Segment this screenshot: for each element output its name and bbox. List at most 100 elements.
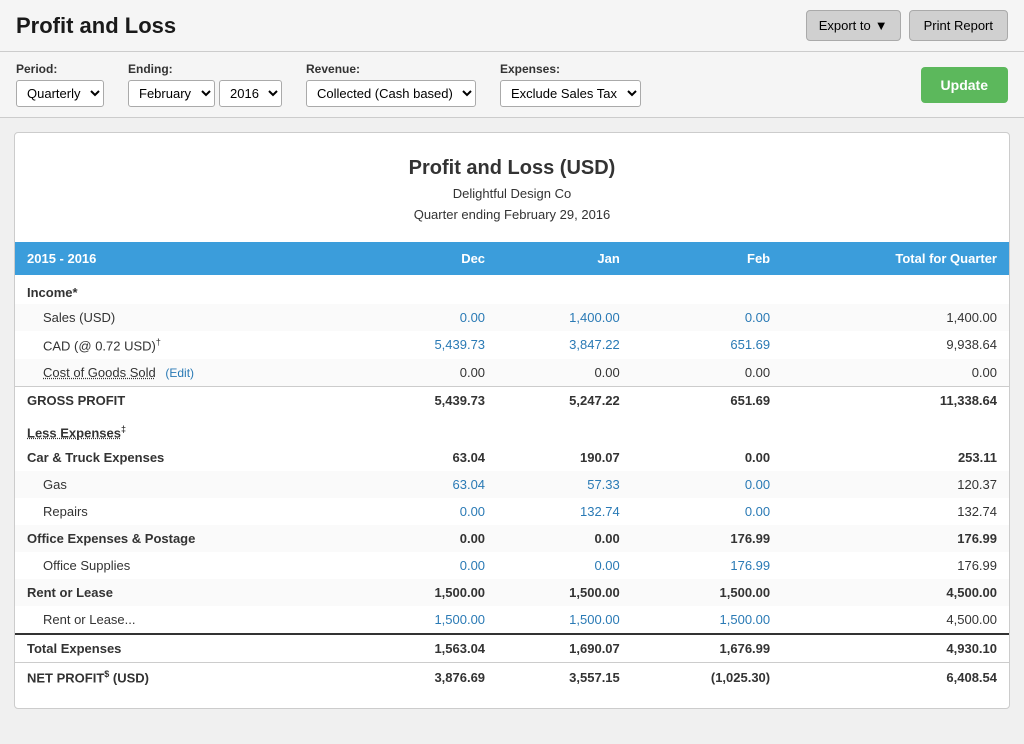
table-row: Gas 63.04 57.33 0.00 120.37: [15, 471, 1009, 498]
filter-bar: Period: Quarterly Monthly Annually Endin…: [0, 52, 1024, 118]
row-dec: 1,500.00: [362, 606, 497, 634]
chevron-down-icon: ▼: [875, 18, 888, 33]
edit-link[interactable]: (Edit): [165, 366, 194, 380]
row-jan: 0.00: [497, 359, 632, 387]
report-company: Delightful Design Co: [31, 184, 993, 205]
gross-profit-feb: 651.69: [632, 386, 782, 414]
ending-year-select[interactable]: 2016 2015 2017: [219, 80, 282, 107]
row-feb: 0.00: [632, 471, 782, 498]
row-feb: 0.00: [632, 498, 782, 525]
col-period: 2015 - 2016: [15, 242, 362, 275]
gross-profit-jan: 5,247.22: [497, 386, 632, 414]
gross-profit-total: 11,338.64: [782, 386, 1009, 414]
row-dec: 0.00: [362, 525, 497, 552]
total-expenses-total: 4,930.10: [782, 634, 1009, 663]
table-row: Office Supplies 0.00 0.00 176.99 176.99: [15, 552, 1009, 579]
row-jan: 1,500.00: [497, 606, 632, 634]
gross-profit-row: GROSS PROFIT 5,439.73 5,247.22 651.69 11…: [15, 386, 1009, 414]
period-label: Period:: [16, 62, 104, 76]
report-header: Profit and Loss (USD) Delightful Design …: [15, 133, 1009, 242]
total-expenses-label: Total Expenses: [15, 634, 362, 663]
top-bar-buttons: Export to ▼ Print Report: [806, 10, 1008, 41]
less-expenses-label: Less Expenses‡: [15, 414, 1009, 444]
row-total: 4,500.00: [782, 579, 1009, 606]
revenue-select[interactable]: Collected (Cash based) Accrual: [306, 80, 476, 107]
ending-month-select[interactable]: February January March: [128, 80, 215, 107]
row-jan: 190.07: [497, 444, 632, 471]
row-label: CAD (@ 0.72 USD)†: [15, 331, 362, 359]
ending-selects: February January March 2016 2015 2017: [128, 80, 282, 107]
less-expenses-header: Less Expenses‡: [15, 414, 1009, 444]
row-total: 9,938.64: [782, 331, 1009, 359]
row-total: 120.37: [782, 471, 1009, 498]
col-dec: Dec: [362, 242, 497, 275]
print-button[interactable]: Print Report: [909, 10, 1008, 41]
income-label: Income*: [15, 275, 1009, 304]
row-feb: 1,500.00: [632, 579, 782, 606]
update-button[interactable]: Update: [921, 67, 1008, 103]
report-subtitle: Quarter ending February 29, 2016: [31, 205, 993, 226]
row-feb: 0.00: [632, 444, 782, 471]
row-dec: 63.04: [362, 471, 497, 498]
period-select[interactable]: Quarterly Monthly Annually: [16, 80, 104, 107]
gross-profit-dec: 5,439.73: [362, 386, 497, 414]
row-jan: 0.00: [497, 552, 632, 579]
col-total: Total for Quarter: [782, 242, 1009, 275]
net-profit-total: 6,408.54: [782, 663, 1009, 692]
total-expenses-feb: 1,676.99: [632, 634, 782, 663]
revenue-label: Revenue:: [306, 62, 476, 76]
row-label: Gas: [15, 471, 362, 498]
row-jan: 57.33: [497, 471, 632, 498]
row-jan: 1,500.00: [497, 579, 632, 606]
row-dec: 5,439.73: [362, 331, 497, 359]
row-dec: 0.00: [362, 359, 497, 387]
net-profit-label: NET PROFIT$ (USD): [15, 663, 362, 692]
table-row: Repairs 0.00 132.74 0.00 132.74: [15, 498, 1009, 525]
row-dec: 0.00: [362, 304, 497, 331]
row-dec: 1,500.00: [362, 579, 497, 606]
row-jan: 3,847.22: [497, 331, 632, 359]
table-row: Office Expenses & Postage 0.00 0.00 176.…: [15, 525, 1009, 552]
row-label: Rent or Lease: [15, 579, 362, 606]
export-button[interactable]: Export to ▼: [806, 10, 901, 41]
net-profit-feb: (1,025.30): [632, 663, 782, 692]
expenses-label: Expenses:: [500, 62, 641, 76]
col-jan: Jan: [497, 242, 632, 275]
total-expenses-row: Total Expenses 1,563.04 1,690.07 1,676.9…: [15, 634, 1009, 663]
row-dec: 0.00: [362, 552, 497, 579]
ending-label: Ending:: [128, 62, 282, 76]
row-label: Cost of Goods Sold (Edit): [15, 359, 362, 387]
export-label: Export to: [819, 18, 871, 33]
table-row: CAD (@ 0.72 USD)† 5,439.73 3,847.22 651.…: [15, 331, 1009, 359]
row-label: Car & Truck Expenses: [15, 444, 362, 471]
row-label: Sales (USD): [15, 304, 362, 331]
expenses-filter: Expenses: Exclude Sales Tax Include Sale…: [500, 62, 641, 107]
row-total: 0.00: [782, 359, 1009, 387]
row-feb: 176.99: [632, 552, 782, 579]
row-total: 1,400.00: [782, 304, 1009, 331]
row-dec: 63.04: [362, 444, 497, 471]
table-row: Rent or Lease 1,500.00 1,500.00 1,500.00…: [15, 579, 1009, 606]
row-feb: 0.00: [632, 304, 782, 331]
income-section-header: Income*: [15, 275, 1009, 304]
revenue-filter: Revenue: Collected (Cash based) Accrual: [306, 62, 476, 107]
table-row: Cost of Goods Sold (Edit) 0.00 0.00 0.00…: [15, 359, 1009, 387]
report-container: Profit and Loss (USD) Delightful Design …: [14, 132, 1010, 709]
total-expenses-jan: 1,690.07: [497, 634, 632, 663]
row-label: Repairs: [15, 498, 362, 525]
row-total: 176.99: [782, 552, 1009, 579]
row-feb: 176.99: [632, 525, 782, 552]
row-feb: 0.00: [632, 359, 782, 387]
gross-profit-label: GROSS PROFIT: [15, 386, 362, 414]
expenses-select[interactable]: Exclude Sales Tax Include Sales Tax: [500, 80, 641, 107]
table-row: Rent or Lease... 1,500.00 1,500.00 1,500…: [15, 606, 1009, 634]
table-row: Car & Truck Expenses 63.04 190.07 0.00 2…: [15, 444, 1009, 471]
page-title: Profit and Loss: [16, 13, 176, 39]
row-total: 253.11: [782, 444, 1009, 471]
row-total: 176.99: [782, 525, 1009, 552]
table-row: Sales (USD) 0.00 1,400.00 0.00 1,400.00: [15, 304, 1009, 331]
row-label: Office Supplies: [15, 552, 362, 579]
total-expenses-dec: 1,563.04: [362, 634, 497, 663]
row-total: 132.74: [782, 498, 1009, 525]
table-header-row: 2015 - 2016 Dec Jan Feb Total for Quarte…: [15, 242, 1009, 275]
